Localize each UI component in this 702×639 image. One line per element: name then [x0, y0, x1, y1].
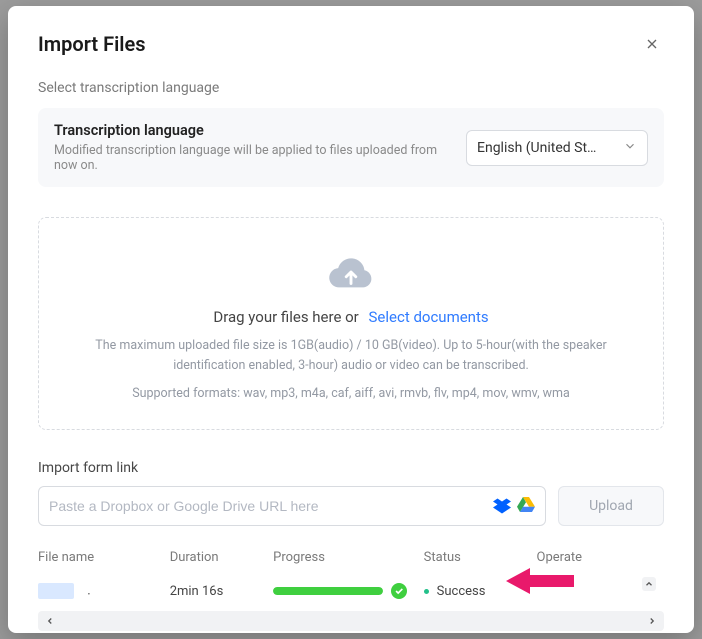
select-documents-link[interactable]: Select documents [369, 308, 489, 326]
cell-status: Success [424, 584, 537, 599]
col-duration: Duration [170, 550, 273, 565]
dropzone-prompt-text: Drag your files here or [213, 308, 358, 326]
file-thumbnail [38, 583, 74, 599]
transcription-language-title: Transcription language [54, 122, 450, 139]
table-row: . 2min 16s Success [38, 577, 664, 605]
horizontal-scrollbar[interactable] [38, 611, 664, 631]
progress-check-icon [391, 583, 407, 599]
col-operate: Operate [537, 550, 640, 565]
transcription-language-desc: Modified transcription language will be … [54, 143, 450, 173]
vertical-scrollbar[interactable] [640, 577, 658, 605]
progress-bar [273, 587, 383, 595]
cloud-upload-icon [328, 252, 374, 292]
chevron-down-icon [623, 139, 637, 157]
close-icon [644, 36, 660, 52]
transcription-language-card: Transcription language Modified transcri… [38, 108, 664, 187]
scroll-up-icon[interactable] [642, 577, 656, 591]
section-subhead: Select transcription language [38, 80, 664, 96]
cell-duration: 2min 16s [170, 584, 273, 599]
filename-trail: . [87, 583, 90, 598]
dropzone-prompt: Drag your files here or Select documents [69, 308, 633, 326]
link-url-input[interactable] [49, 498, 487, 514]
close-button[interactable] [640, 32, 664, 56]
upload-button-label: Upload [589, 498, 633, 514]
col-filename: File name [38, 550, 170, 565]
uploads-table: File name Duration Progress Status Opera… [38, 550, 664, 631]
file-dropzone[interactable]: Drag your files here or Select documents… [38, 217, 664, 430]
dropzone-description: The maximum uploaded file size is 1GB(au… [69, 336, 633, 376]
dropbox-icon[interactable] [493, 497, 511, 515]
import-from-link-section: Import form link Upload [38, 460, 664, 526]
progress-fill [273, 587, 383, 595]
upload-button[interactable]: Upload [558, 486, 664, 526]
link-input-wrapper [38, 486, 546, 526]
cell-progress [273, 583, 424, 599]
col-status: Status [424, 550, 537, 565]
cell-filename: . [38, 583, 170, 599]
google-drive-icon[interactable] [517, 497, 535, 515]
modal-header: Import Files [38, 32, 664, 56]
import-from-link-label: Import form link [38, 460, 664, 476]
transcription-language-value: English (United St… [477, 140, 596, 156]
scroll-left-icon[interactable] [42, 613, 58, 629]
status-text: Success [437, 584, 486, 599]
scroll-right-icon[interactable] [644, 613, 660, 629]
table-header-row: File name Duration Progress Status Opera… [38, 550, 664, 577]
dropzone-supported-formats: Supported formats: wav, mp3, m4a, caf, a… [69, 386, 633, 401]
import-files-modal: Import Files Select transcription langua… [8, 6, 694, 633]
col-progress: Progress [273, 550, 424, 565]
status-dot-icon [424, 589, 429, 594]
modal-title: Import Files [38, 32, 146, 56]
transcription-language-select[interactable]: English (United St… [466, 130, 648, 166]
